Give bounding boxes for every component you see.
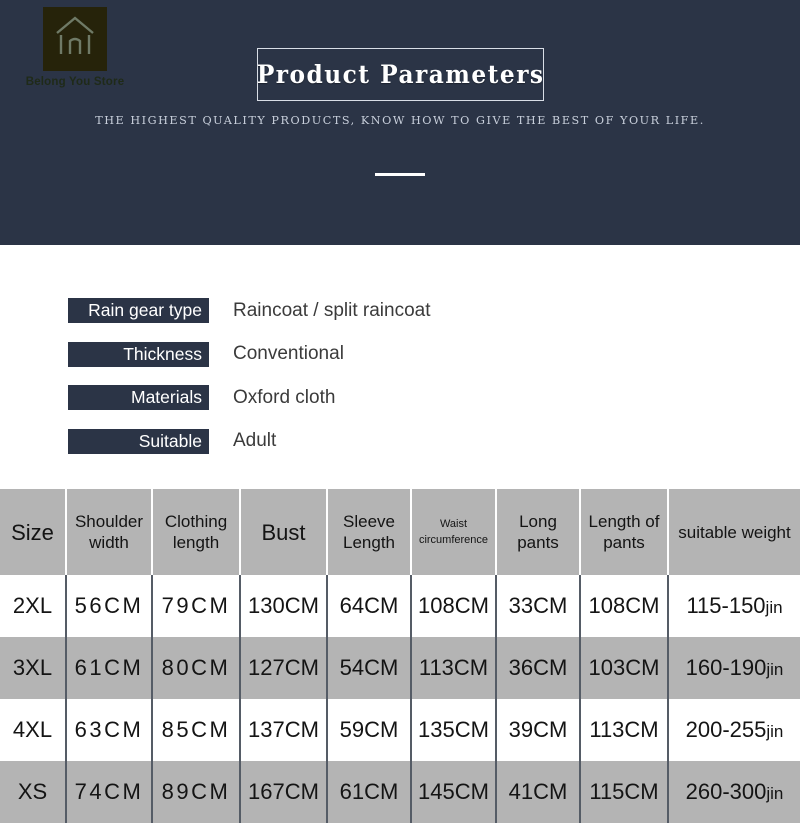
spec-row: Materials Oxford cloth bbox=[0, 376, 800, 420]
column-header-clothing-length: Clothing length bbox=[152, 489, 241, 575]
cell-size: XS bbox=[0, 761, 67, 823]
table-row: 2XL 56CM 79CM 130CM 64CM 108CM 33CM 108C… bbox=[0, 575, 800, 637]
table-row: XS 74CM 89CM 167CM 61CM 145CM 41CM 115CM… bbox=[0, 761, 800, 823]
cell-suitable-weight: 115-150jin bbox=[668, 575, 800, 637]
cell-suitable-weight: 200-255jin bbox=[668, 699, 800, 761]
weight-unit: jin bbox=[766, 660, 784, 679]
cell-waist-circumference: 108CM bbox=[411, 575, 497, 637]
spec-label-rain-gear-type: Rain gear type bbox=[68, 298, 209, 324]
cell-long-pants: 36CM bbox=[496, 637, 581, 699]
product-parameters-page: Belong You Store Product Parameters THE … bbox=[0, 0, 800, 831]
cell-waist-circumference: 113CM bbox=[411, 637, 497, 699]
cell-suitable-weight: 160-190jin bbox=[668, 637, 800, 699]
cell-length-of-pants: 103CM bbox=[580, 637, 669, 699]
cell-long-pants: 33CM bbox=[496, 575, 581, 637]
spec-label-thickness: Thickness bbox=[68, 341, 209, 367]
cell-clothing-length: 85CM bbox=[152, 699, 241, 761]
cell-size: 2XL bbox=[0, 575, 67, 637]
hero-divider bbox=[375, 173, 425, 176]
cell-shoulder-width: 56CM bbox=[66, 575, 153, 637]
cell-bust: 167CM bbox=[240, 761, 328, 823]
spec-row: Suitable Adult bbox=[0, 420, 800, 464]
column-header-length-of-pants: Length of pants bbox=[580, 489, 669, 575]
cell-bust: 127CM bbox=[240, 637, 328, 699]
hero-subtitle: THE HIGHEST QUALITY PRODUCTS, KNOW HOW T… bbox=[95, 114, 705, 127]
cell-shoulder-width: 63CM bbox=[66, 699, 153, 761]
spec-value-suitable: Adult bbox=[233, 430, 277, 452]
cell-waist-circumference: 145CM bbox=[411, 761, 497, 823]
column-header-bust: Bust bbox=[240, 489, 328, 575]
size-chart-table: Size Shoulder width Clothing length Bust… bbox=[0, 489, 800, 823]
weight-range: 160-190 bbox=[685, 655, 767, 680]
column-header-sleeve-length: Sleeve Length bbox=[327, 489, 412, 575]
cell-length-of-pants: 115CM bbox=[580, 761, 669, 823]
cell-shoulder-width: 61CM bbox=[66, 637, 153, 699]
store-name: Belong You Store bbox=[25, 76, 125, 88]
table-row: 3XL 61CM 80CM 127CM 54CM 113CM 36CM 103C… bbox=[0, 637, 800, 699]
cell-length-of-pants: 108CM bbox=[580, 575, 669, 637]
cell-size: 4XL bbox=[0, 699, 67, 761]
cell-size: 3XL bbox=[0, 637, 67, 699]
spec-row: Thickness Conventional bbox=[0, 333, 800, 377]
spec-label-suitable: Suitable bbox=[68, 428, 209, 454]
cell-sleeve-length: 59CM bbox=[327, 699, 412, 761]
cell-length-of-pants: 113CM bbox=[580, 699, 669, 761]
weight-unit: jin bbox=[766, 784, 784, 803]
cell-bust: 130CM bbox=[240, 575, 328, 637]
weight-unit: jin bbox=[765, 598, 783, 617]
cell-clothing-length: 89CM bbox=[152, 761, 241, 823]
house-icon bbox=[43, 7, 107, 71]
column-header-shoulder-width: Shoulder width bbox=[66, 489, 153, 575]
weight-unit: jin bbox=[766, 722, 784, 741]
spec-value-thickness: Conventional bbox=[233, 343, 344, 365]
cell-sleeve-length: 61CM bbox=[327, 761, 412, 823]
store-logo: Belong You Store bbox=[20, 7, 130, 88]
cell-long-pants: 39CM bbox=[496, 699, 581, 761]
cell-clothing-length: 79CM bbox=[152, 575, 241, 637]
cell-clothing-length: 80CM bbox=[152, 637, 241, 699]
cell-sleeve-length: 64CM bbox=[327, 575, 412, 637]
spec-label-materials: Materials bbox=[68, 385, 209, 411]
column-header-long-pants: Long pants bbox=[496, 489, 581, 575]
cell-shoulder-width: 74CM bbox=[66, 761, 153, 823]
page-title-box: Product Parameters bbox=[257, 48, 544, 101]
spec-list: Rain gear type Raincoat / split raincoat… bbox=[0, 245, 800, 463]
weight-range: 115-150 bbox=[686, 593, 766, 618]
table-header-row: Size Shoulder width Clothing length Bust… bbox=[0, 489, 800, 575]
cell-waist-circumference: 135CM bbox=[411, 699, 497, 761]
table-row: 4XL 63CM 85CM 137CM 59CM 135CM 39CM 113C… bbox=[0, 699, 800, 761]
column-header-size: Size bbox=[0, 489, 67, 575]
cell-bust: 137CM bbox=[240, 699, 328, 761]
hero-banner: Belong You Store Product Parameters THE … bbox=[0, 0, 800, 245]
page-title: Product Parameters bbox=[256, 60, 545, 89]
cell-sleeve-length: 54CM bbox=[327, 637, 412, 699]
spec-value-materials: Oxford cloth bbox=[233, 386, 336, 408]
spec-row: Rain gear type Raincoat / split raincoat bbox=[0, 289, 800, 333]
cell-long-pants: 41CM bbox=[496, 761, 581, 823]
column-header-waist-circumference: Waist circumference bbox=[411, 489, 497, 575]
weight-range: 260-300 bbox=[685, 779, 767, 804]
cell-suitable-weight: 260-300jin bbox=[668, 761, 800, 823]
spec-value-rain-gear-type: Raincoat / split raincoat bbox=[233, 299, 431, 321]
column-header-suitable-weight: suitable weight bbox=[668, 489, 800, 575]
weight-range: 200-255 bbox=[685, 717, 767, 742]
